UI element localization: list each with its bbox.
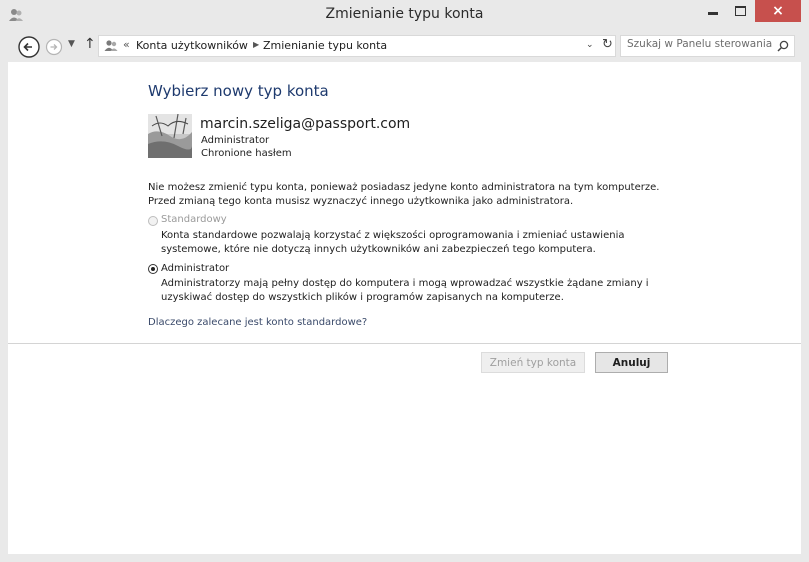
search-input[interactable] [627,38,772,50]
close-button[interactable]: × [755,0,801,22]
administrator-radio[interactable] [148,264,158,274]
account-type: Administrator [201,135,270,146]
main-content: Wybierz nowy typ konta marcin.szeliga@pa… [8,62,801,554]
account-protection: Chronione hasłem [201,148,292,159]
user-accounts-icon [104,40,118,51]
search-icon[interactable] [776,39,790,53]
why-standard-link[interactable]: Dlaczego zalecane jest konto standardowe… [148,317,367,328]
address-box[interactable]: « Konta użytkowników ▶ Zmienianie typu k… [98,35,616,57]
divider [8,343,801,344]
refresh-icon[interactable]: ↻ [602,37,613,52]
minimize-icon [708,11,718,15]
standard-description: Konta standardowe pozwalają korzystać z … [161,230,625,255]
forward-icon[interactable] [45,38,63,56]
page-title: Wybierz nowy typ konta [148,82,329,100]
change-account-type-button[interactable]: Zmień typ konta [481,352,585,373]
standard-label: Standardowy [161,214,227,225]
standard-radio[interactable] [148,216,158,226]
back-icon[interactable] [17,35,41,59]
breadcrumb-change-account-type[interactable]: Zmienianie typu konta [263,39,387,52]
minimize-button[interactable] [700,0,726,22]
administrator-label[interactable]: Administrator [161,263,229,274]
title-bar[interactable]: Zmienianie typu konta × [0,0,809,30]
recent-pages-icon[interactable]: ▼ [68,39,75,49]
close-icon: × [772,3,784,19]
window-title: Zmienianie typu konta [325,6,484,22]
account-name: marcin.szeliga@passport.com [200,116,411,132]
info-message: Nie możesz zmienić typu konta, ponieważ … [148,182,660,207]
maximize-icon [734,6,746,16]
breadcrumb-user-accounts[interactable]: Konta użytkowników [136,39,248,52]
up-icon[interactable]: ↑ [84,36,96,52]
breadcrumb-overflow[interactable]: « [123,38,130,51]
address-toolbar: ▼ ↑ « Konta użytkowników ▶ Zmienianie ty… [8,30,801,62]
chevron-right-icon[interactable]: ▶ [253,40,259,49]
avatar [148,114,192,158]
administrator-description: Administratorzy mają pełny dostęp do kom… [161,278,649,303]
cancel-button[interactable]: Anuluj [595,352,668,373]
search-box[interactable] [620,35,795,57]
maximize-button[interactable] [727,0,753,22]
chevron-down-icon[interactable]: ⌄ [586,40,594,50]
